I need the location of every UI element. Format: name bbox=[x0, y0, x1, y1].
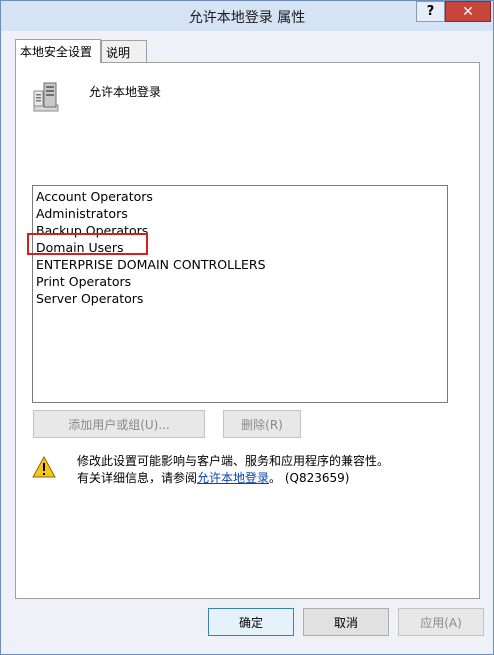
policy-help-link[interactable]: 允许本地登录 bbox=[197, 471, 269, 485]
tab-panel: 允许本地登录 Account Operators Administrators … bbox=[15, 62, 480, 599]
warning-reference-prefix: 有关详细信息，请参阅 bbox=[77, 471, 198, 485]
list-item[interactable]: Administrators bbox=[36, 205, 128, 222]
remove-button[interactable]: 删除(R) bbox=[223, 410, 301, 438]
properties-window: 允许本地登录 属性 ? ✕ 本地安全设置 说明 允许本地登录 Account O… bbox=[0, 0, 494, 655]
apply-button[interactable]: 应用(A) bbox=[398, 608, 484, 636]
server-policy-icon bbox=[33, 82, 59, 112]
title-bar[interactable]: 允许本地登录 属性 ? ✕ bbox=[1, 1, 493, 31]
help-button[interactable]: ? bbox=[416, 1, 445, 22]
ok-button[interactable]: 确定 bbox=[208, 608, 294, 636]
warning-reference-suffix: 。 (Q823659) bbox=[269, 471, 350, 485]
warning-text: 修改此设置可能影响与客户端、服务和应用程序的兼容性。 bbox=[77, 454, 390, 468]
warning-icon bbox=[32, 456, 56, 478]
warning-reference: 有关详细信息，请参阅允许本地登录。 (Q823659) bbox=[77, 469, 349, 486]
list-item[interactable]: ENTERPRISE DOMAIN CONTROLLERS bbox=[36, 256, 266, 273]
tab-explain[interactable]: 说明 bbox=[101, 40, 147, 62]
highlight-annotation bbox=[27, 233, 148, 255]
list-item[interactable]: Server Operators bbox=[36, 290, 143, 307]
add-user-or-group-button[interactable]: 添加用户或组(U)... bbox=[33, 410, 205, 438]
members-listbox[interactable]: Account Operators Administrators Backup … bbox=[32, 185, 448, 403]
cancel-button[interactable]: 取消 bbox=[303, 608, 389, 636]
policy-name: 允许本地登录 bbox=[89, 85, 162, 99]
close-button[interactable]: ✕ bbox=[445, 1, 491, 22]
list-item[interactable]: Account Operators bbox=[36, 188, 153, 205]
tab-local-security-setting[interactable]: 本地安全设置 bbox=[15, 39, 101, 63]
list-item[interactable]: Print Operators bbox=[36, 273, 131, 290]
